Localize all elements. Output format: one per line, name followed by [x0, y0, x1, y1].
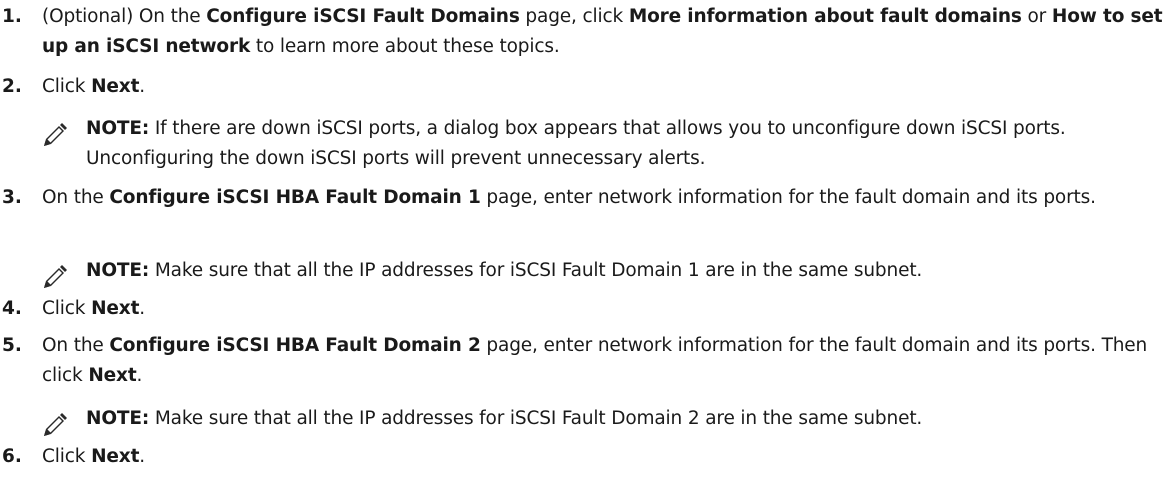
text-run: .: [139, 446, 146, 467]
step-text: Click Next.: [42, 294, 1167, 324]
step-5: 5. On the Configure iSCSI HBA Fault Doma…: [0, 331, 1160, 438]
text-run: Click: [42, 446, 92, 467]
text-run: .: [136, 365, 143, 386]
note-text: NOTE: Make sure that all the IP addresse…: [86, 404, 1166, 434]
ui-term: Next: [91, 298, 140, 319]
step-number: 1.: [2, 6, 22, 27]
step-number: 6.: [2, 446, 22, 467]
step-2: 2. Click Next. NOTE: If there are down i…: [0, 72, 1160, 172]
document-page: 1. (Optional) On the Configure iSCSI Fau…: [0, 0, 1167, 488]
note-body: Make sure that all the IP addresses for …: [149, 260, 923, 281]
step-text: Click Next.: [42, 72, 1167, 102]
text-run: or: [1021, 6, 1052, 27]
ui-term: Configure iSCSI Fault Domains: [206, 6, 520, 27]
ui-term: Configure iSCSI HBA Fault Domain 2: [109, 335, 481, 356]
step-text: On the Configure iSCSI HBA Fault Domain …: [42, 331, 1167, 391]
step-number: 3.: [2, 187, 22, 208]
step-number: 4.: [2, 298, 22, 319]
ui-term: Next: [91, 446, 140, 467]
note-text: NOTE: If there are down iSCSI ports, a d…: [86, 114, 1166, 174]
text-run: Click: [42, 298, 92, 319]
step-3: 3. On the Configure iSCSI HBA Fault Doma…: [0, 183, 1160, 290]
text-run: page, click: [519, 6, 629, 27]
text-run: page, enter network information for the …: [480, 187, 1096, 208]
note-pencil-icon: [42, 412, 68, 438]
note-label: NOTE:: [86, 260, 150, 281]
ui-term: Next: [88, 365, 137, 386]
note-text: NOTE: Make sure that all the IP addresse…: [86, 256, 1166, 286]
note-pencil-icon: [42, 264, 68, 290]
step-1: 1. (Optional) On the Configure iSCSI Fau…: [0, 2, 1163, 64]
ui-term: Configure iSCSI HBA Fault Domain 1: [109, 187, 481, 208]
text-run: .: [139, 76, 146, 97]
note-label: NOTE:: [86, 118, 150, 139]
note-label: NOTE:: [86, 408, 150, 429]
step-text: (Optional) On the Configure iSCSI Fault …: [42, 2, 1167, 62]
text-run: to learn more about these topics.: [250, 36, 560, 57]
text-run: .: [139, 298, 146, 319]
note-body: Make sure that all the IP addresses for …: [149, 408, 923, 429]
text-run: On the: [42, 335, 110, 356]
note-pencil-icon: [42, 122, 68, 148]
step-6: 6. Click Next.: [0, 442, 1160, 472]
ui-term: More information about fault domains: [628, 6, 1022, 27]
step-4: 4. Click Next.: [0, 294, 1160, 324]
text-run: On the: [42, 187, 110, 208]
text-run: (Optional) On the: [42, 6, 207, 27]
step-text: Click Next.: [42, 442, 1167, 472]
step-text: On the Configure iSCSI HBA Fault Domain …: [42, 183, 1167, 213]
note-body: If there are down iSCSI ports, a dialog …: [86, 118, 1066, 169]
ui-term: Next: [91, 76, 140, 97]
text-run: Click: [42, 76, 92, 97]
step-number: 5.: [2, 335, 22, 356]
step-number: 2.: [2, 76, 22, 97]
